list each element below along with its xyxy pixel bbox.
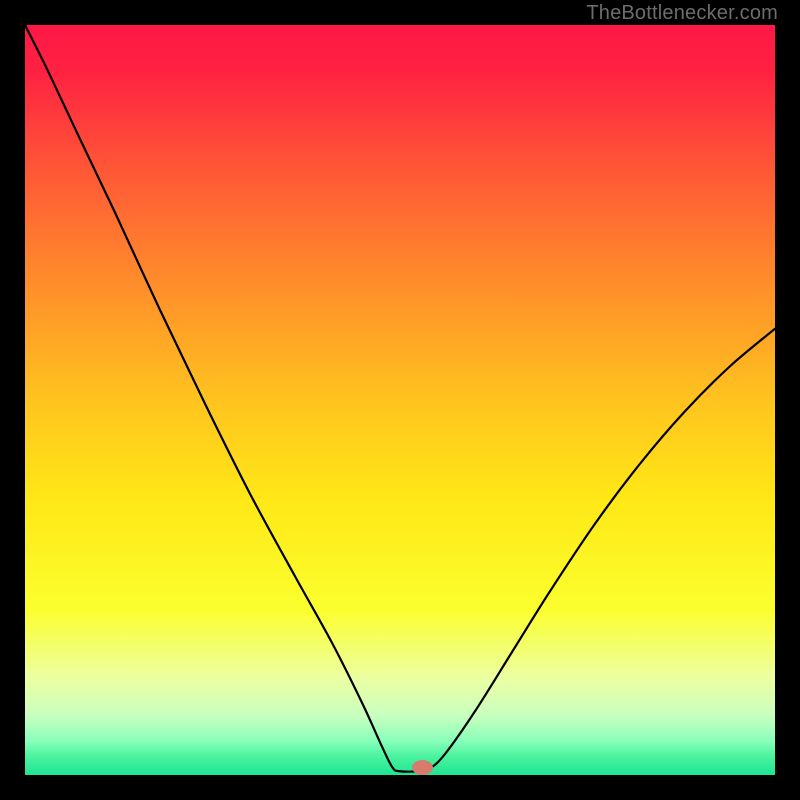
minimum-marker (412, 760, 433, 775)
watermark-text: TheBottlenecker.com (586, 2, 778, 25)
chart-background (25, 25, 775, 775)
chart-container: TheBottlenecker.com (0, 0, 800, 800)
bottleneck-chart (25, 25, 775, 775)
